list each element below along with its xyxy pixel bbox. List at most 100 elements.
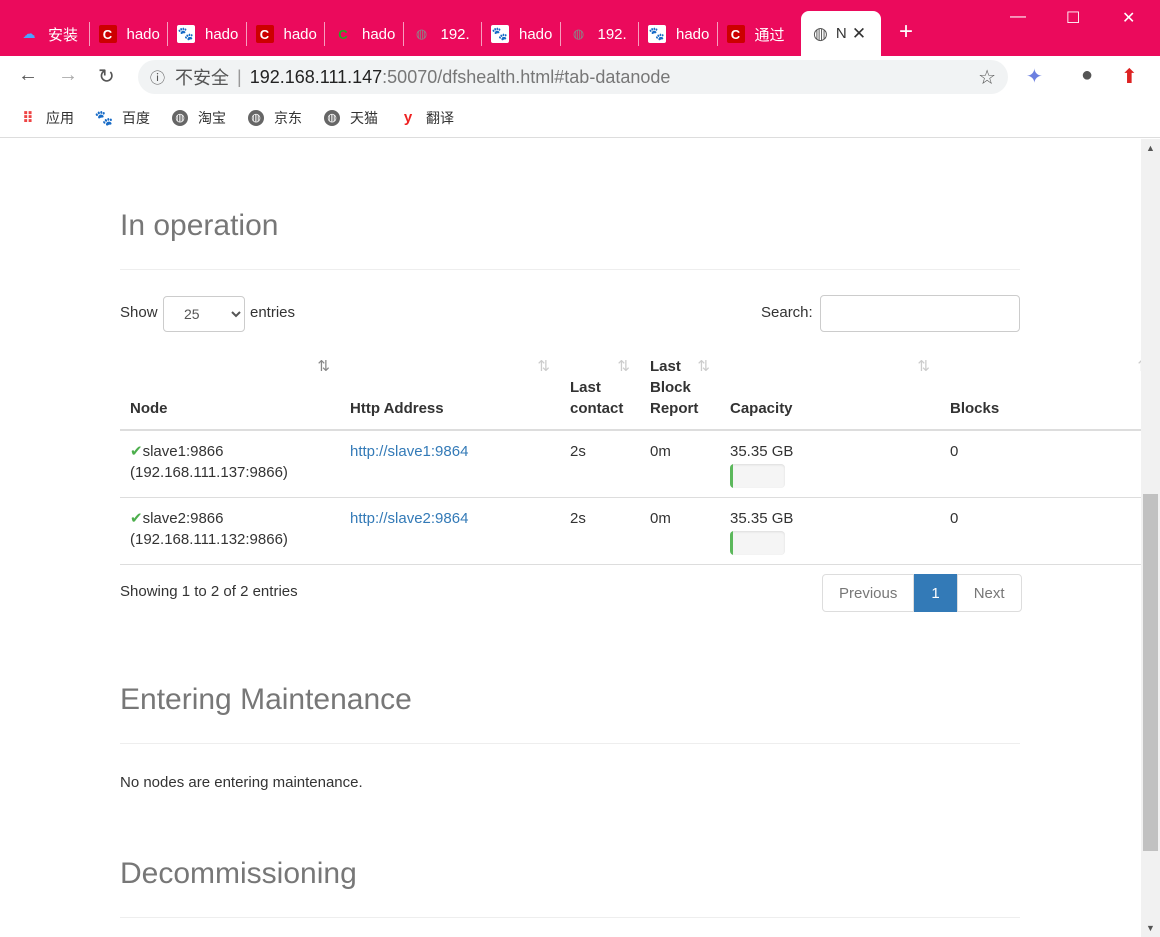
browser-tab[interactable]: Chado	[334, 20, 400, 48]
new-tab-button[interactable]: +	[899, 18, 913, 46]
c-green-icon: C	[338, 26, 348, 42]
extension-icon[interactable]: ✦	[1026, 64, 1043, 89]
page-1-button[interactable]: 1	[914, 574, 957, 612]
node-ip: (192.168.111.132:9866)	[130, 530, 288, 548]
previous-button[interactable]: Previous	[822, 574, 915, 612]
pagination: Previous 1 Next	[822, 574, 1022, 612]
bookmark-item[interactable]: 🐾 百度	[94, 108, 150, 128]
search-input[interactable]	[820, 295, 1020, 332]
divider	[120, 269, 1020, 270]
http-address-link[interactable]: http://slave1:9864	[350, 443, 468, 460]
tab-label: hado	[676, 25, 710, 43]
page-content: In operation Show 25 entries Search: ⇅ No…	[0, 139, 1141, 937]
baidu-icon: 🐾	[177, 25, 195, 43]
node-name: slave2:9866	[142, 509, 224, 527]
active-tab[interactable]: ◍ N ✕	[801, 11, 881, 56]
search-label: Search:	[761, 304, 813, 321]
tab-strip: ☁ 安装 Chado 🐾 hado Chado Chado ◍ 192. 🐾 hado ◍ 192. 🐾 h…	[0, 0, 1160, 56]
entries-select[interactable]: 25	[163, 296, 245, 332]
globe-icon: ◍	[813, 23, 828, 43]
table-row: ✔slave2:9866 (192.168.111.132:9866) http:…	[120, 497, 1141, 565]
bookmark-item[interactable]: ⠿ 应用	[20, 108, 74, 128]
column-header[interactable]: ⇅ Last Block Report	[640, 353, 720, 431]
browser-tab[interactable]: ◍ 192.	[570, 20, 636, 48]
column-header[interactable]: ⇅ Http Address	[340, 353, 560, 431]
browser-tab[interactable]: ☁ 安装	[20, 20, 86, 48]
bookmark-star-icon[interactable]: ☆	[978, 65, 996, 90]
tab-label: hado	[205, 25, 239, 43]
tab-separator	[324, 22, 325, 46]
http-address-link[interactable]: http://slave2:9864	[350, 510, 468, 527]
column-label: Last contact	[570, 379, 624, 417]
capacity-bar	[730, 464, 785, 488]
update-icon[interactable]: ⬆	[1121, 64, 1138, 89]
close-tab-icon[interactable]: ✕	[852, 24, 866, 44]
tab-label: N	[835, 25, 846, 42]
browser-tab[interactable]: C 通过	[726, 20, 793, 48]
tab-separator	[559, 22, 561, 46]
scroll-down-icon[interactable]: ▼	[1146, 923, 1155, 933]
browser-tab[interactable]: 🐾 hado	[177, 20, 243, 48]
column-header[interactable]: ⇅ Capacity	[720, 353, 940, 431]
security-label: 不安全	[175, 68, 230, 88]
forward-button[interactable]: →	[58, 64, 78, 87]
url-host: 192.168.111.147	[249, 66, 383, 87]
tab-label: 通过	[754, 26, 785, 44]
bookmark-item[interactable]: ◍ 京东	[248, 108, 302, 128]
tab-label: hado	[126, 25, 160, 43]
maintenance-message: No nodes are entering maintenance.	[120, 774, 363, 791]
info-icon[interactable]: ⓘ	[150, 67, 165, 88]
column-header[interactable]: ⇅Blocks	[940, 353, 1141, 431]
tab-label: hado	[362, 25, 396, 43]
tab-separator	[167, 22, 168, 46]
minimize-button[interactable]: —	[1010, 8, 1026, 26]
browser-tab[interactable]: Chado	[98, 20, 165, 48]
browser-tab[interactable]: 🐾 hado	[491, 20, 557, 48]
browser-tab[interactable]: Chado	[255, 20, 322, 48]
bookmark-item[interactable]: ◍ 天猫	[324, 108, 378, 128]
node-ip: (192.168.111.137:9866)	[130, 464, 288, 481]
check-icon: ✔	[130, 443, 143, 460]
column-header[interactable]: ⇅ Node	[120, 353, 340, 431]
sort-icon: ⇅	[617, 358, 630, 375]
next-button[interactable]: Next	[956, 574, 1022, 612]
csdn-icon: C	[726, 25, 745, 43]
last-block-report: 0m	[640, 497, 720, 565]
csdn-icon: C	[98, 25, 117, 43]
bookmarks-bar: ⠿ 应用 🐾 百度 ◍ 淘宝 ◍ 京东 ◍ 天猫 y 翻译	[0, 98, 1160, 138]
tab-label: 192.	[597, 25, 627, 43]
baidu-icon: 🐾	[648, 25, 666, 43]
sort-icon: ⇅	[537, 358, 550, 375]
baidu-icon: 🐾	[94, 109, 114, 127]
globe-icon: ◍	[572, 26, 585, 41]
last-block-report: 0m	[640, 430, 720, 498]
scrollbar[interactable]: ▲ ▼	[1141, 139, 1160, 937]
address-bar[interactable]: ⓘ 不安全 | 192.168.111.147 :50070/dfshealth…	[138, 60, 1008, 94]
profile-icon[interactable]: ●	[1081, 64, 1093, 87]
section-title: Decommissioning	[120, 857, 357, 890]
section-title: Entering Maintenance	[120, 683, 412, 716]
tab-label: hado	[283, 25, 317, 43]
browser-tab[interactable]: 🐾 hado	[648, 20, 714, 48]
tab-separator	[245, 22, 247, 46]
column-label: Http Address	[350, 400, 444, 417]
column-header[interactable]: ⇅ Last contact	[560, 353, 640, 431]
tab-separator	[481, 22, 482, 46]
divider	[120, 743, 1020, 744]
scrollbar-thumb[interactable]	[1143, 494, 1158, 851]
scroll-up-icon[interactable]: ▲	[1146, 143, 1155, 153]
reload-button[interactable]: ↻	[98, 64, 115, 89]
close-window-button[interactable]: ✕	[1122, 8, 1135, 28]
bookmark-item[interactable]: y 翻译	[400, 108, 454, 128]
bookmark-item[interactable]: ◍ 淘宝	[172, 108, 226, 128]
maximize-button[interactable]: ☐	[1066, 8, 1080, 28]
sort-icon: ⇅	[697, 358, 710, 375]
tab-label: 安装	[48, 26, 79, 44]
tab-separator	[638, 22, 639, 46]
tab-separator	[716, 22, 718, 46]
blocks: 0	[940, 430, 1141, 498]
browser-tab[interactable]: ◍ 192.	[413, 20, 479, 48]
sort-ascending-icon: ⇅	[317, 358, 330, 375]
last-contact: 2s	[560, 497, 640, 565]
back-button[interactable]: ←	[18, 64, 38, 87]
